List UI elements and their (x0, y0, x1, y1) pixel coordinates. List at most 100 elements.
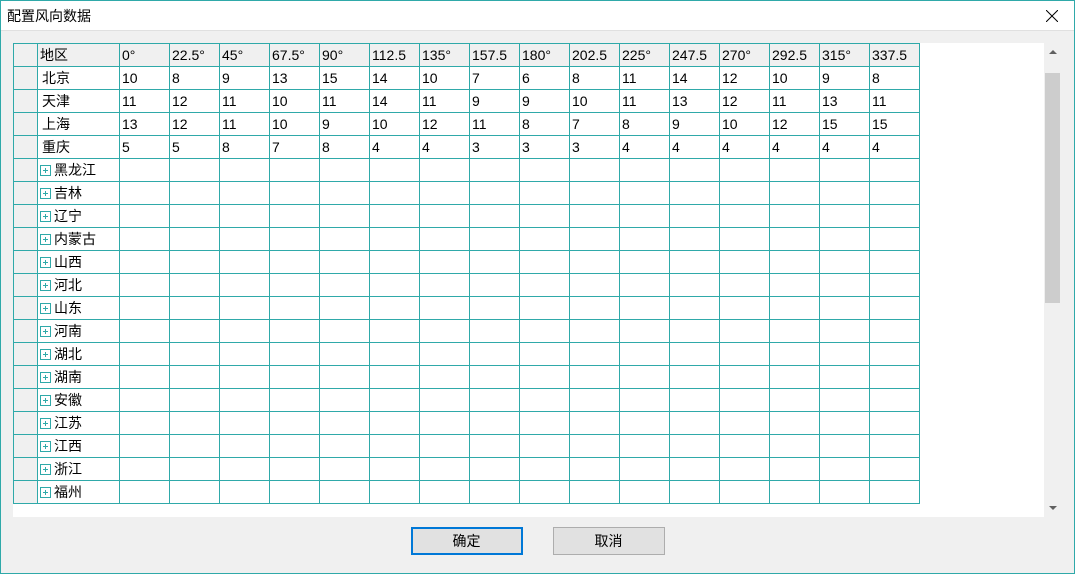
row-header-cell[interactable] (14, 90, 38, 113)
scroll-up-button[interactable] (1044, 43, 1062, 61)
data-cell-empty[interactable] (470, 228, 520, 251)
col-header[interactable]: 180° (520, 44, 570, 67)
data-cell-empty[interactable] (670, 274, 720, 297)
data-cell-empty[interactable] (220, 159, 270, 182)
data-cell-empty[interactable] (670, 320, 720, 343)
data-cell-empty[interactable] (370, 481, 420, 504)
data-cell[interactable]: 11 (470, 113, 520, 136)
region-cell-expandable[interactable]: 黑龙江 (38, 159, 120, 182)
row-header-cell[interactable] (14, 182, 38, 205)
data-cell-empty[interactable] (170, 389, 220, 412)
data-cell-empty[interactable] (320, 205, 370, 228)
region-cell-expandable[interactable]: 辽宁 (38, 205, 120, 228)
data-cell-empty[interactable] (720, 228, 770, 251)
scroll-track[interactable] (1044, 61, 1062, 499)
data-cell-empty[interactable] (320, 159, 370, 182)
data-cell-empty[interactable] (470, 389, 520, 412)
data-cell-empty[interactable] (620, 481, 670, 504)
data-cell-empty[interactable] (320, 389, 370, 412)
data-cell-empty[interactable] (820, 205, 870, 228)
data-cell-empty[interactable] (770, 366, 820, 389)
data-cell-empty[interactable] (520, 366, 570, 389)
data-cell[interactable]: 15 (870, 113, 920, 136)
data-cell[interactable]: 12 (170, 113, 220, 136)
data-cell-empty[interactable] (820, 412, 870, 435)
data-cell-empty[interactable] (720, 320, 770, 343)
data-cell[interactable]: 7 (570, 113, 620, 136)
data-cell-empty[interactable] (820, 366, 870, 389)
data-cell[interactable]: 4 (870, 136, 920, 159)
data-cell-empty[interactable] (520, 458, 570, 481)
data-cell[interactable]: 6 (520, 67, 570, 90)
expand-icon[interactable] (40, 211, 51, 222)
data-cell-empty[interactable] (420, 228, 470, 251)
data-cell-empty[interactable] (220, 412, 270, 435)
data-cell-empty[interactable] (370, 366, 420, 389)
data-cell-empty[interactable] (570, 297, 620, 320)
data-cell-empty[interactable] (370, 251, 420, 274)
data-cell[interactable]: 10 (370, 113, 420, 136)
data-cell-empty[interactable] (420, 458, 470, 481)
data-cell-empty[interactable] (520, 389, 570, 412)
region-cell-expandable[interactable]: 江西 (38, 435, 120, 458)
data-cell-empty[interactable] (720, 481, 770, 504)
data-cell-empty[interactable] (220, 297, 270, 320)
data-cell-empty[interactable] (820, 159, 870, 182)
data-cell-empty[interactable] (570, 389, 620, 412)
data-cell[interactable]: 9 (220, 67, 270, 90)
data-cell-empty[interactable] (470, 343, 520, 366)
data-cell-empty[interactable] (220, 389, 270, 412)
data-cell-empty[interactable] (320, 458, 370, 481)
data-cell-empty[interactable] (420, 412, 470, 435)
data-cell-empty[interactable] (720, 343, 770, 366)
data-cell-empty[interactable] (570, 205, 620, 228)
row-header-cell[interactable] (14, 343, 38, 366)
data-cell-empty[interactable] (770, 481, 820, 504)
row-header-cell[interactable] (14, 136, 38, 159)
data-cell-empty[interactable] (870, 458, 920, 481)
data-cell-empty[interactable] (720, 458, 770, 481)
data-cell-empty[interactable] (770, 435, 820, 458)
data-cell-empty[interactable] (720, 297, 770, 320)
expand-icon[interactable] (40, 257, 51, 268)
data-cell-empty[interactable] (220, 228, 270, 251)
region-cell-expandable[interactable]: 山西 (38, 251, 120, 274)
col-header[interactable]: 337.5 (870, 44, 920, 67)
data-cell-empty[interactable] (420, 205, 470, 228)
data-cell-empty[interactable] (270, 458, 320, 481)
region-cell[interactable]: 上海 (38, 113, 120, 136)
data-cell-empty[interactable] (720, 274, 770, 297)
data-cell[interactable]: 10 (270, 113, 320, 136)
data-cell-empty[interactable] (820, 182, 870, 205)
data-cell[interactable]: 10 (270, 90, 320, 113)
data-cell-empty[interactable] (870, 274, 920, 297)
data-cell-empty[interactable] (770, 251, 820, 274)
data-cell-empty[interactable] (470, 182, 520, 205)
data-cell-empty[interactable] (120, 297, 170, 320)
data-cell-empty[interactable] (820, 481, 870, 504)
expand-icon[interactable] (40, 395, 51, 406)
table-scroll[interactable]: 地区 0° 22.5° 45° 67.5° 90° 112.5 135° 157… (13, 43, 1044, 517)
data-cell[interactable]: 15 (820, 113, 870, 136)
data-cell-empty[interactable] (620, 458, 670, 481)
data-cell[interactable]: 9 (820, 67, 870, 90)
data-cell[interactable]: 9 (670, 113, 720, 136)
data-cell-empty[interactable] (520, 297, 570, 320)
data-cell-empty[interactable] (570, 435, 620, 458)
data-cell-empty[interactable] (570, 274, 620, 297)
data-cell[interactable]: 14 (370, 67, 420, 90)
row-header-cell[interactable] (14, 251, 38, 274)
data-cell-empty[interactable] (170, 458, 220, 481)
data-cell-empty[interactable] (320, 481, 370, 504)
col-header[interactable]: 202.5 (570, 44, 620, 67)
data-cell-empty[interactable] (820, 389, 870, 412)
data-cell-empty[interactable] (220, 458, 270, 481)
data-cell-empty[interactable] (870, 343, 920, 366)
region-cell[interactable]: 重庆 (38, 136, 120, 159)
data-cell-empty[interactable] (270, 159, 320, 182)
data-cell-empty[interactable] (870, 435, 920, 458)
data-cell-empty[interactable] (620, 366, 670, 389)
data-cell-empty[interactable] (720, 251, 770, 274)
data-cell-empty[interactable] (470, 251, 520, 274)
data-cell-empty[interactable] (270, 481, 320, 504)
